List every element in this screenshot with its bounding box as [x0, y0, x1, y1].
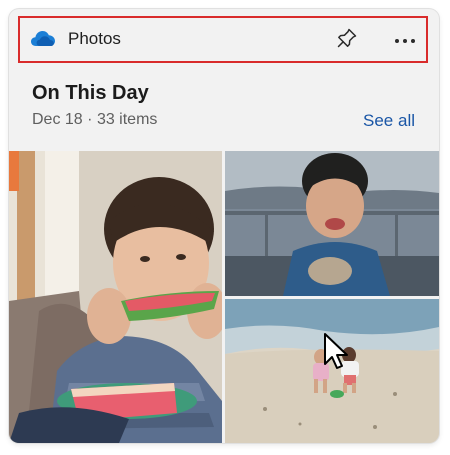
pin-button[interactable] — [333, 26, 361, 54]
pin-icon — [336, 27, 358, 54]
widget-subtitle: Dec 18 · 33 items — [32, 110, 157, 130]
widget-header: Photos — [18, 16, 428, 63]
more-options-icon — [394, 31, 416, 49]
child-smiling-at-lake-photo[interactable] — [225, 151, 439, 296]
item-count: 33 items — [96, 111, 158, 128]
see-all-link[interactable]: See all — [363, 111, 415, 131]
memory-date: Dec 18 — [32, 111, 83, 128]
photo-grid — [9, 151, 439, 443]
separator: · — [87, 111, 93, 128]
more-options-button[interactable] — [391, 26, 419, 54]
widget-title: On This Day — [32, 82, 149, 104]
children-playing-on-beach-photo[interactable] — [225, 299, 439, 443]
onedrive-cloud-icon — [31, 30, 55, 47]
app-name: Photos — [68, 29, 121, 48]
photos-widget: Photos On This Day Dec 18 · 33 items See… — [9, 9, 439, 443]
mouse-cursor-icon — [323, 332, 349, 370]
child-eating-watermelon-photo[interactable] — [9, 151, 222, 443]
